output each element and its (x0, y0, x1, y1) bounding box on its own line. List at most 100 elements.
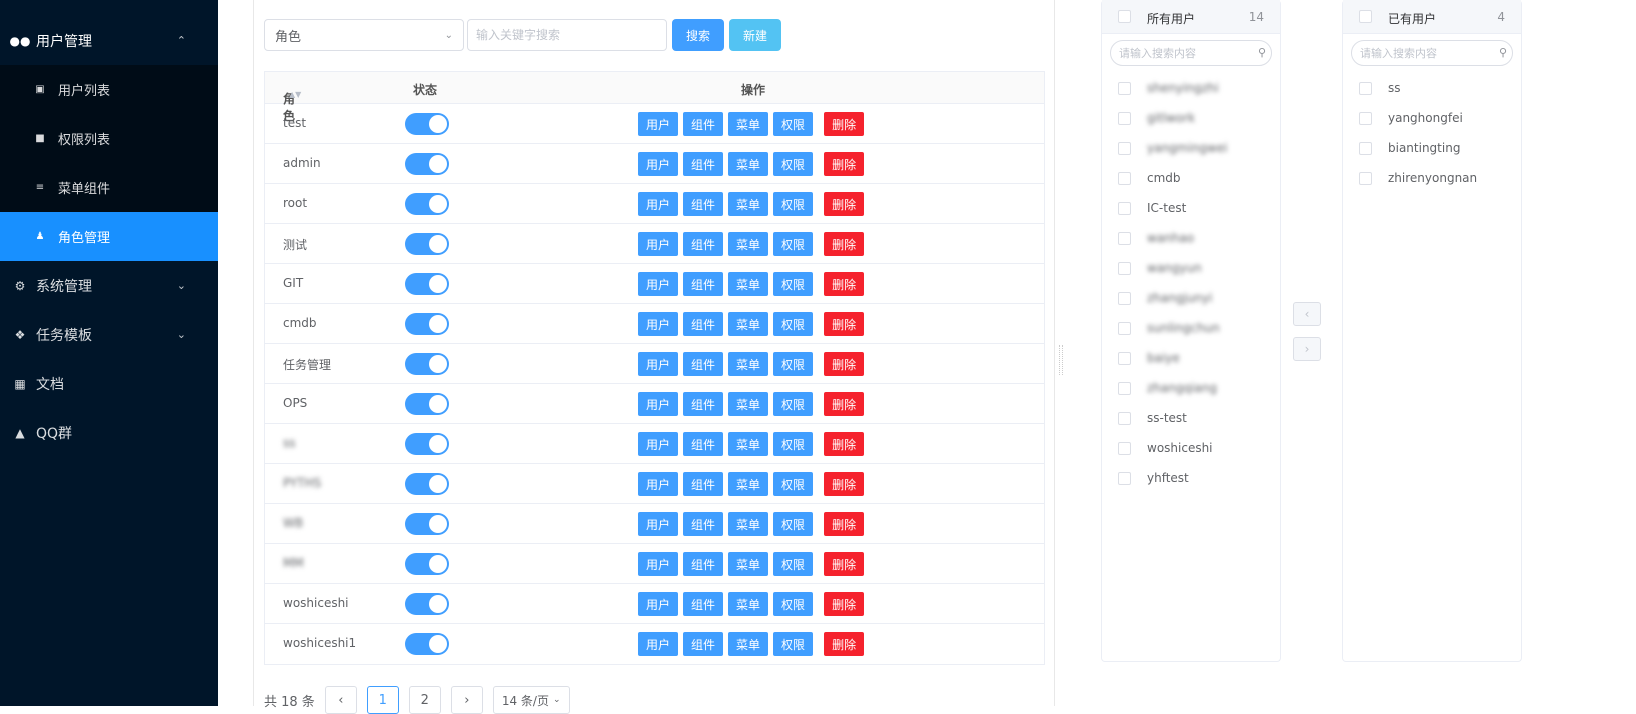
user-button[interactable]: 用户 (638, 312, 679, 336)
component-button[interactable]: 组件 (683, 432, 724, 456)
user-button[interactable]: 用户 (638, 192, 679, 216)
user-button[interactable]: 用户 (638, 512, 679, 536)
permission-button[interactable]: 权限 (773, 392, 814, 416)
component-button[interactable]: 组件 (683, 392, 724, 416)
component-button[interactable]: 组件 (683, 312, 724, 336)
status-toggle[interactable] (405, 433, 449, 455)
permission-button[interactable]: 权限 (773, 312, 814, 336)
item-checkbox[interactable] (1118, 201, 1131, 215)
transfer-item[interactable]: yanghongfei (1359, 108, 1463, 128)
delete-button[interactable]: 删除 (824, 112, 865, 136)
item-checkbox[interactable] (1359, 111, 1372, 125)
new-button[interactable]: 新建 (729, 19, 782, 51)
component-button[interactable]: 组件 (683, 152, 724, 176)
delete-button[interactable]: 删除 (824, 552, 865, 576)
permission-button[interactable]: 权限 (773, 472, 814, 496)
item-checkbox[interactable] (1118, 441, 1131, 455)
user-button[interactable]: 用户 (638, 112, 679, 136)
transfer-item[interactable]: yangmingwei (1118, 138, 1227, 158)
transfer-item[interactable]: zhangqiang (1118, 378, 1217, 398)
keyword-search-input[interactable] (467, 19, 667, 51)
status-toggle[interactable] (405, 553, 449, 575)
transfer-item[interactable]: cmdb (1118, 168, 1181, 188)
sidebar-item-docs[interactable]: ▦ 文档 (0, 359, 218, 408)
transfer-item[interactable]: wanhao (1118, 228, 1194, 248)
item-checkbox[interactable] (1118, 471, 1131, 485)
page-size-select[interactable]: 14 条/页 ⌄ (492, 686, 570, 714)
item-checkbox[interactable] (1359, 81, 1372, 95)
user-button[interactable]: 用户 (638, 552, 679, 576)
user-button[interactable]: 用户 (638, 472, 679, 496)
permission-button[interactable]: 权限 (773, 592, 814, 616)
transfer-item[interactable]: zhangjunyi (1118, 288, 1212, 308)
permission-button[interactable]: 权限 (773, 632, 814, 656)
transfer-search-input[interactable] (1351, 40, 1513, 66)
menu-button[interactable]: 菜单 (728, 312, 769, 336)
sidebar-item-task-template[interactable]: ❖ 任务模板 ⌄ (0, 310, 218, 359)
component-button[interactable]: 组件 (683, 512, 724, 536)
transfer-search-input[interactable] (1110, 40, 1272, 66)
menu-button[interactable]: 菜单 (728, 632, 769, 656)
menu-button[interactable]: 菜单 (728, 352, 769, 376)
next-page-button[interactable]: › (450, 686, 483, 714)
transfer-item[interactable]: ss (1359, 78, 1401, 98)
status-toggle[interactable] (405, 473, 449, 495)
item-checkbox[interactable] (1118, 411, 1131, 425)
status-toggle[interactable] (405, 193, 449, 215)
status-toggle[interactable] (405, 513, 449, 535)
status-toggle[interactable] (405, 393, 449, 415)
transfer-item[interactable]: ss-test (1118, 408, 1187, 428)
item-checkbox[interactable] (1118, 321, 1131, 335)
delete-button[interactable]: 删除 (824, 632, 865, 656)
permission-button[interactable]: 权限 (773, 152, 814, 176)
delete-button[interactable]: 删除 (824, 592, 865, 616)
delete-button[interactable]: 删除 (824, 512, 865, 536)
select-all-checkbox[interactable] (1118, 10, 1131, 23)
component-button[interactable]: 组件 (683, 192, 724, 216)
transfer-item[interactable]: sunlingchun (1118, 318, 1220, 338)
page-1-button[interactable]: 1 (366, 686, 399, 714)
component-button[interactable]: 组件 (683, 232, 724, 256)
delete-button[interactable]: 删除 (824, 472, 865, 496)
transfer-item[interactable]: wangyun (1118, 258, 1202, 278)
transfer-item[interactable]: shenyingzhi (1118, 78, 1219, 98)
sidebar-item-user-management[interactable]: ●● 用户管理 ⌃ (0, 16, 218, 65)
item-checkbox[interactable] (1118, 231, 1131, 245)
sidebar-item-menu-components[interactable]: ≡ 菜单组件 (0, 163, 218, 212)
transfer-item[interactable]: biantingting (1359, 138, 1460, 158)
status-toggle[interactable] (405, 153, 449, 175)
component-button[interactable]: 组件 (683, 632, 724, 656)
menu-button[interactable]: 菜单 (728, 392, 769, 416)
sidebar-item-permission-list[interactable]: ■ 权限列表 (0, 114, 218, 163)
menu-button[interactable]: 菜单 (728, 432, 769, 456)
item-checkbox[interactable] (1118, 171, 1131, 185)
user-button[interactable]: 用户 (638, 432, 679, 456)
item-checkbox[interactable] (1118, 141, 1131, 155)
menu-button[interactable]: 菜单 (728, 472, 769, 496)
status-toggle[interactable] (405, 233, 449, 255)
menu-button[interactable]: 菜单 (728, 592, 769, 616)
user-button[interactable]: 用户 (638, 272, 679, 296)
status-toggle[interactable] (405, 633, 449, 655)
status-toggle[interactable] (405, 353, 449, 375)
transfer-item[interactable]: baiye (1118, 348, 1180, 368)
item-checkbox[interactable] (1118, 261, 1131, 275)
component-button[interactable]: 组件 (683, 592, 724, 616)
menu-button[interactable]: 菜单 (728, 232, 769, 256)
menu-button[interactable]: 菜单 (728, 112, 769, 136)
user-button[interactable]: 用户 (638, 392, 679, 416)
move-left-button[interactable]: ‹ (1293, 302, 1321, 326)
sidebar-item-user-list[interactable]: ▣ 用户列表 (0, 65, 218, 114)
transfer-item[interactable]: gitlwork (1118, 108, 1195, 128)
status-toggle[interactable] (405, 593, 449, 615)
menu-button[interactable]: 菜单 (728, 552, 769, 576)
permission-button[interactable]: 权限 (773, 552, 814, 576)
sidebar-item-system-management[interactable]: ⚙ 系统管理 ⌄ (0, 261, 218, 310)
delete-button[interactable]: 删除 (824, 312, 865, 336)
permission-button[interactable]: 权限 (773, 192, 814, 216)
permission-button[interactable]: 权限 (773, 232, 814, 256)
user-button[interactable]: 用户 (638, 152, 679, 176)
item-checkbox[interactable] (1118, 111, 1131, 125)
move-right-button[interactable]: › (1293, 337, 1321, 361)
select-all-checkbox[interactable] (1359, 10, 1372, 23)
